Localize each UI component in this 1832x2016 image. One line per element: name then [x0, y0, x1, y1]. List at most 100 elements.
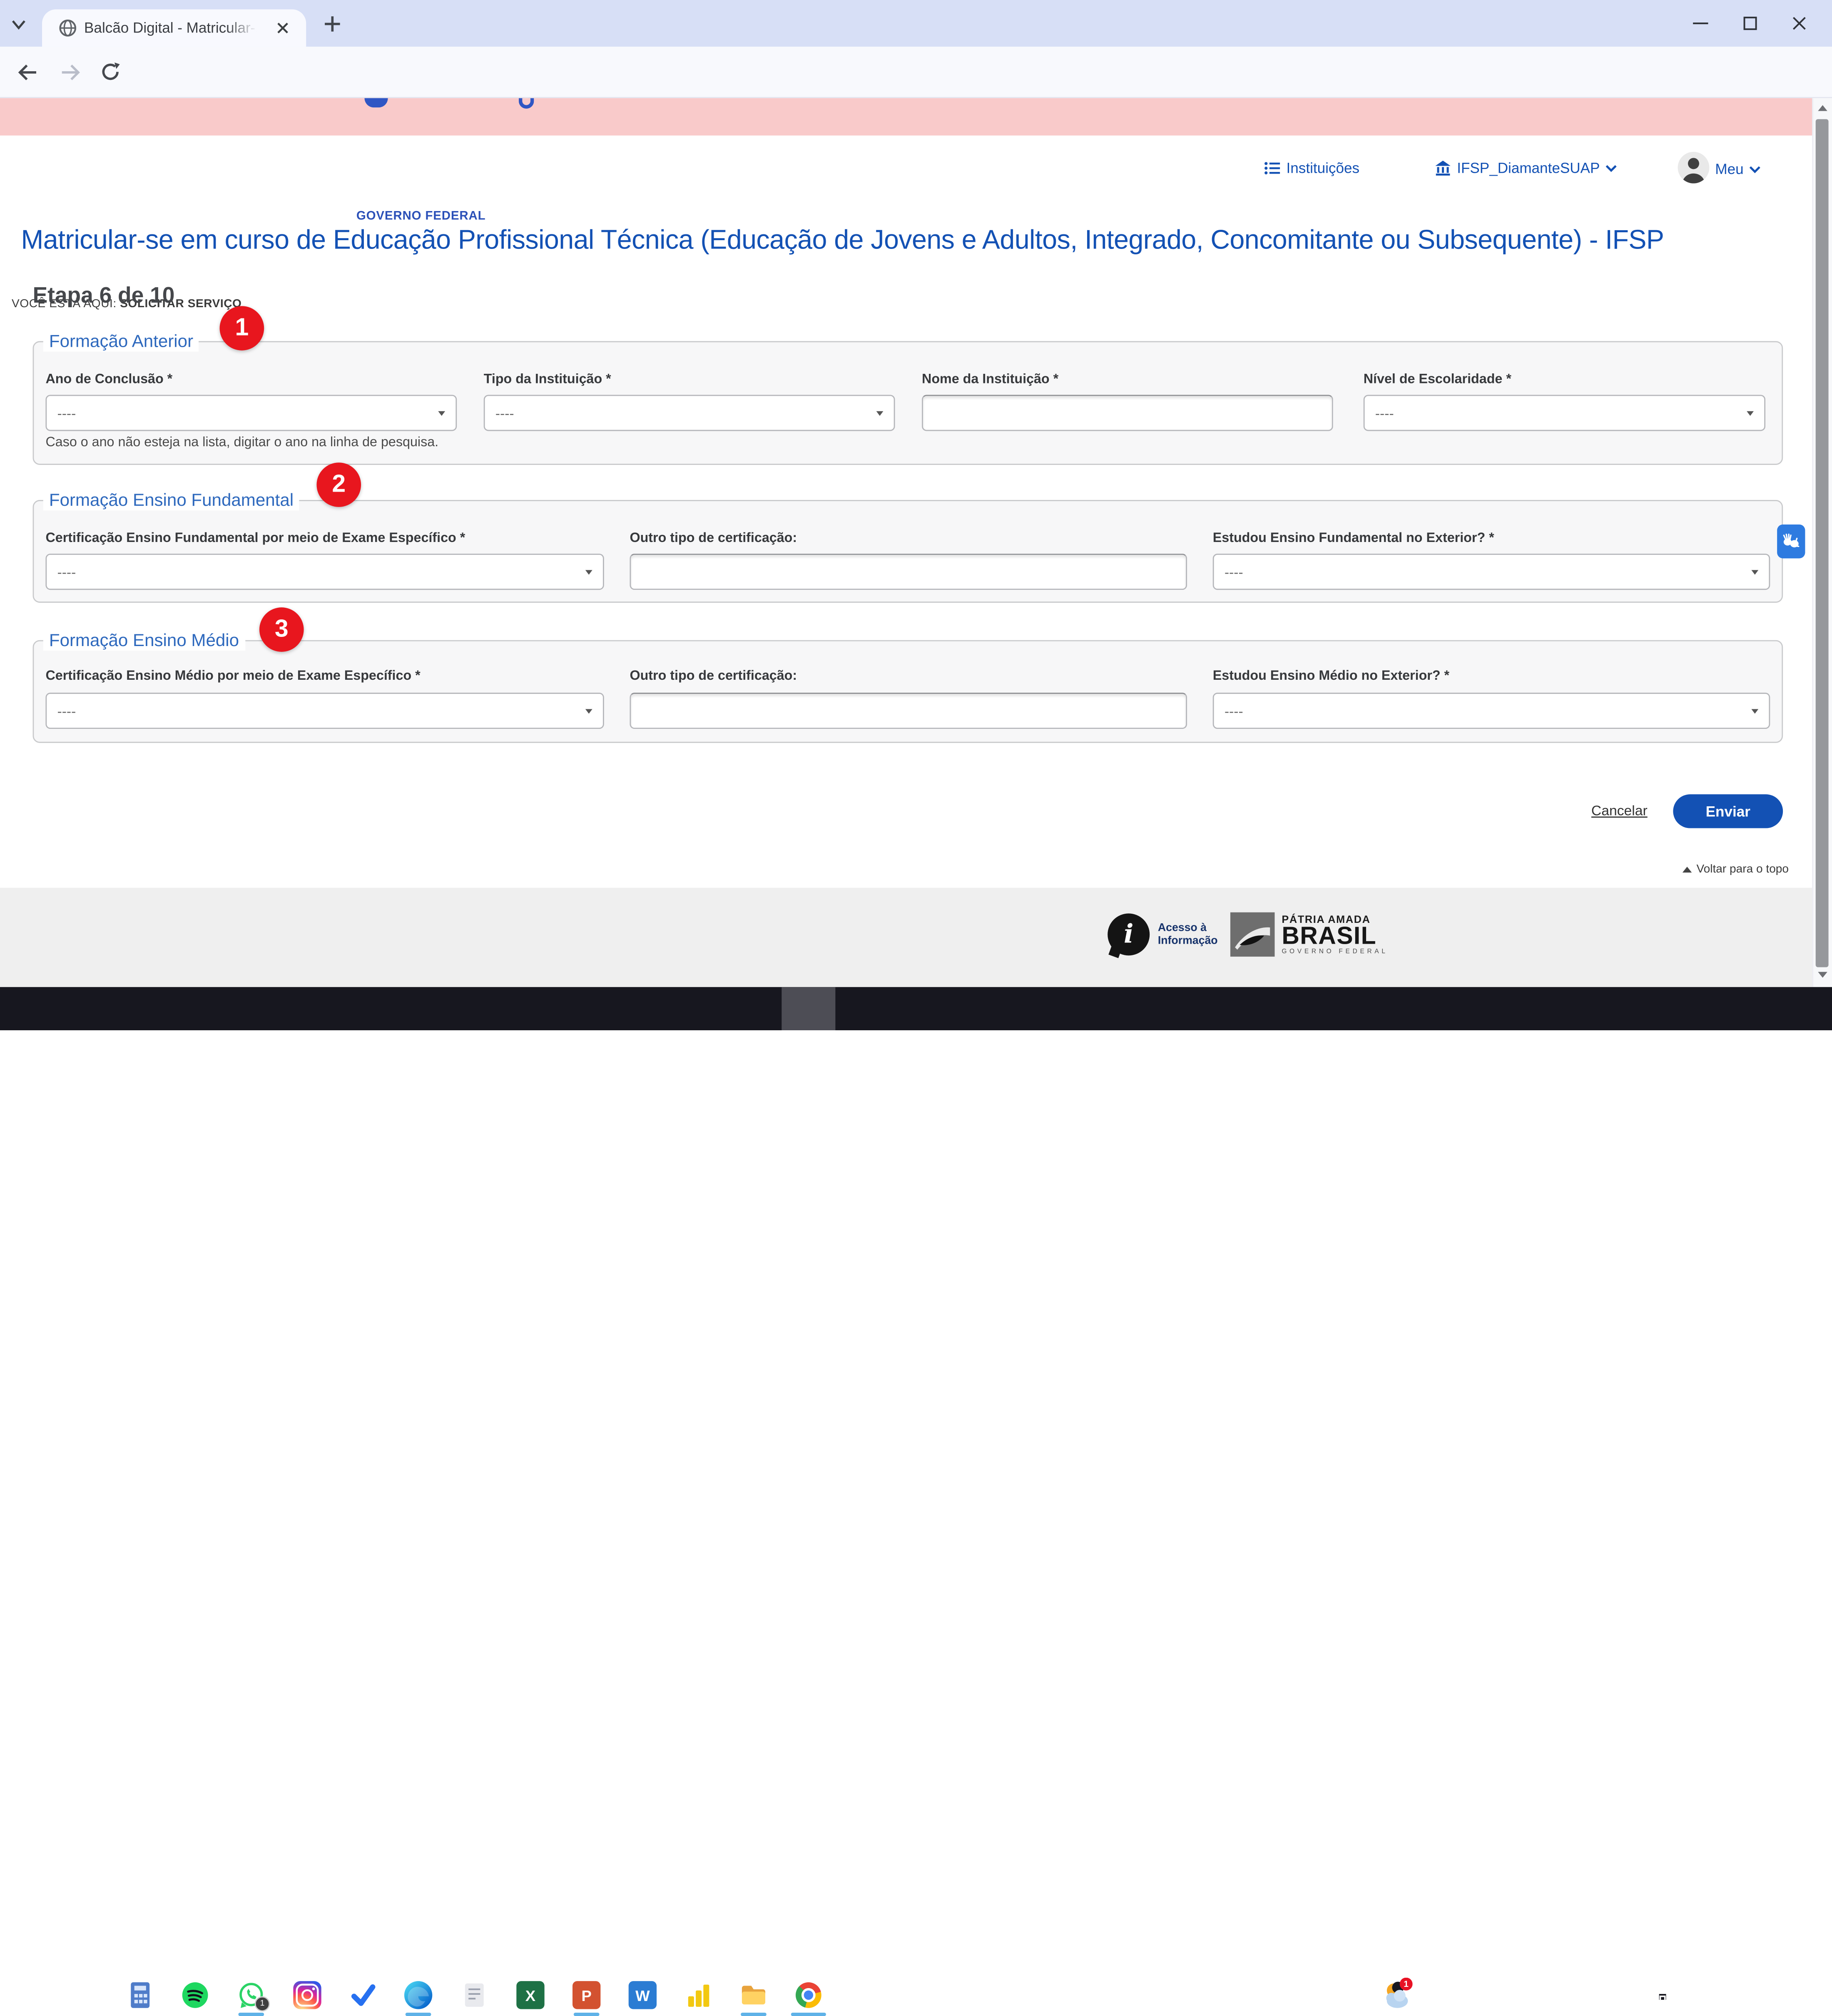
list-icon [1264, 160, 1280, 176]
patria-sub-label: GOVERNO FEDERAL [1282, 949, 1388, 956]
section-ensino-fundamental: Formação Ensino Fundamental Certificação… [33, 500, 1783, 603]
user-menu[interactable]: Meu [1715, 161, 1761, 177]
active-app-highlight [782, 987, 835, 1030]
reload-icon[interactable] [100, 61, 122, 83]
field-label: Outro tipo de certificação: [630, 669, 797, 684]
running-indicator-whatsapp [238, 2013, 264, 2016]
govbr-logo-fragment [519, 98, 534, 109]
back-to-top-label: Voltar para o topo [1696, 863, 1789, 876]
page-footer: i Acesso à Informação PÁTRIA AMADA BRASI… [0, 888, 1812, 987]
up-arrow-icon [1683, 867, 1692, 873]
scrollbar-down-icon[interactable] [1818, 972, 1827, 978]
volume-icon[interactable] [1673, 1986, 1695, 2006]
access-info-logo: i Acesso à Informação [1108, 913, 1217, 955]
clock[interactable]: 20:42 06/01/2026 [1701, 1979, 1769, 2009]
caret-icon [876, 410, 884, 415]
accessibility-hands-icon [1781, 531, 1802, 552]
select-tipo-instituicao[interactable]: ---- [484, 395, 895, 431]
power-bi-icon[interactable] [685, 1981, 712, 2009]
field-label: Certificação Ensino Médio por meio de Ex… [45, 669, 420, 684]
patria-amada-brasil-logo: PÁTRIA AMADA BRASIL GOVERNO FEDERAL [1230, 912, 1388, 957]
select-certificacao-medio[interactable]: ---- [45, 693, 604, 729]
back-icon[interactable] [16, 61, 40, 84]
nav-institutions[interactable]: Instituições [1264, 160, 1359, 176]
nav-institutions-label: Instituições [1287, 160, 1359, 176]
person-icon [1678, 152, 1710, 184]
accessibility-button[interactable] [1777, 525, 1805, 558]
todo-check-icon[interactable] [349, 1981, 377, 2009]
running-indicator-chrome [791, 2013, 826, 2016]
word-icon[interactable]: W [629, 1981, 657, 2009]
access-info-line2: Informação [1158, 935, 1218, 947]
clock-time: 20:42 [1701, 1979, 1769, 1994]
select-value: ---- [495, 405, 514, 421]
notepad-icon[interactable] [460, 1981, 488, 2009]
maximize-icon[interactable] [1743, 16, 1757, 30]
scrollbar-thumb[interactable] [1816, 119, 1829, 967]
select-ano-conclusao[interactable]: ---- [45, 395, 457, 431]
section-legend: Formação Anterior [43, 332, 199, 352]
submit-button[interactable]: Enviar [1673, 794, 1783, 828]
calculator-icon[interactable] [126, 1981, 154, 2009]
clock-date: 06/01/2026 [1701, 1994, 1769, 2009]
running-indicator-explorer [741, 2013, 767, 2016]
patria-big-label: BRASIL [1282, 925, 1388, 948]
chevron-down-icon [1750, 165, 1761, 174]
section-formacao-anterior: Formação Anterior Ano de Conclusão * Tip… [33, 341, 1783, 465]
browser-toolbar: balcao-virtual-staging.dev.ifsp.edu.br/p… [0, 47, 1832, 98]
network-icon[interactable] [1644, 1986, 1667, 2006]
select-exterior-fundamental[interactable]: ---- [1213, 554, 1770, 590]
back-to-top-link[interactable]: Voltar para o topo [1683, 863, 1789, 876]
field-label: Nível de Escolaridade * [1364, 373, 1511, 387]
user-avatar[interactable] [1678, 152, 1710, 184]
instagram-icon[interactable] [293, 1981, 321, 2009]
input-outro-certificacao-fundamental[interactable] [630, 554, 1187, 590]
start-icon[interactable] [14, 1981, 42, 2009]
select-value: ---- [1225, 564, 1243, 580]
page-title: Matricular-se em curso de Educação Profi… [21, 224, 1664, 256]
edge-icon[interactable] [404, 1981, 432, 2009]
running-indicator-powerpoint [574, 2013, 600, 2016]
tray-chevron-icon[interactable] [1587, 1988, 1603, 2002]
input-outro-certificacao-medio[interactable] [630, 693, 1187, 729]
field-label: Certificação Ensino Fundamental por meio… [45, 532, 465, 546]
cancel-link[interactable]: Cancelar [1591, 803, 1648, 819]
close-icon[interactable] [276, 21, 290, 35]
chevron-down-icon [1605, 164, 1617, 173]
select-value: ---- [57, 703, 76, 719]
caret-icon [585, 708, 592, 713]
spotify-icon[interactable] [181, 1981, 209, 2009]
scrollbar-up-icon[interactable] [1818, 105, 1827, 111]
weather-icon[interactable]: 1 [1382, 1980, 1414, 2011]
globe-icon [58, 19, 77, 37]
powerpoint-icon[interactable]: P [572, 1981, 600, 2009]
weather-text[interactable]: 21°C Pred. nublado [1419, 1987, 1547, 2003]
bank-icon [1435, 160, 1451, 176]
close-window-icon[interactable] [1792, 16, 1807, 30]
search-icon[interactable] [68, 1981, 96, 2009]
field-label: Estudou Ensino Médio no Exterior? * [1213, 669, 1449, 684]
select-certificacao-fundamental[interactable]: ---- [45, 554, 604, 590]
forward-icon[interactable] [58, 61, 82, 84]
notification-icon[interactable] [1785, 1986, 1805, 2006]
file-explorer-icon[interactable] [739, 1981, 767, 2009]
taskbar: 1 X P W 1 21°C Pred. nublado [0, 987, 1832, 1030]
whatsapp-badge: 1 [255, 1996, 270, 2011]
browser-tab[interactable]: Balcão Digital - Matricular-se e [42, 9, 306, 47]
minimize-icon[interactable] [1693, 21, 1708, 26]
phone-icon[interactable] [1617, 1985, 1636, 2007]
institution-menu[interactable]: IFSP_DiamanteSUAP [1435, 160, 1618, 176]
whatsapp-icon[interactable]: 1 [237, 1981, 265, 2009]
input-nome-instituicao[interactable] [922, 395, 1333, 431]
caret-icon [438, 410, 445, 415]
governo-federal-label: GOVERNO FEDERAL [356, 209, 486, 223]
chevron-down-icon[interactable] [10, 17, 27, 32]
select-nivel-escolaridade[interactable]: ---- [1364, 395, 1765, 431]
new-tab-icon[interactable] [324, 15, 341, 32]
select-exterior-medio[interactable]: ---- [1213, 693, 1770, 729]
section-ensino-medio: Formação Ensino Médio Certificação Ensin… [33, 640, 1783, 743]
excel-icon[interactable]: X [516, 1981, 544, 2009]
caret-icon [1747, 410, 1754, 415]
brasil-flag-icon [1230, 912, 1275, 957]
chrome-icon[interactable] [796, 1982, 824, 2010]
